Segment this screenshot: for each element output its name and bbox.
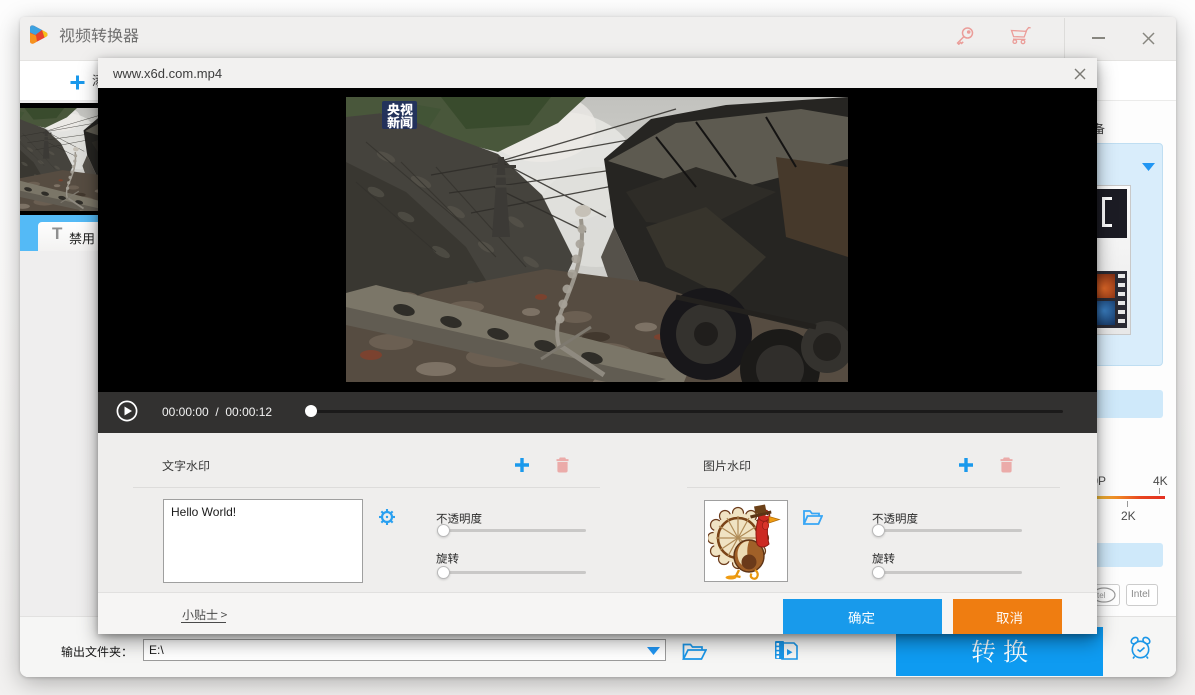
svg-text:tel: tel xyxy=(1097,591,1106,600)
